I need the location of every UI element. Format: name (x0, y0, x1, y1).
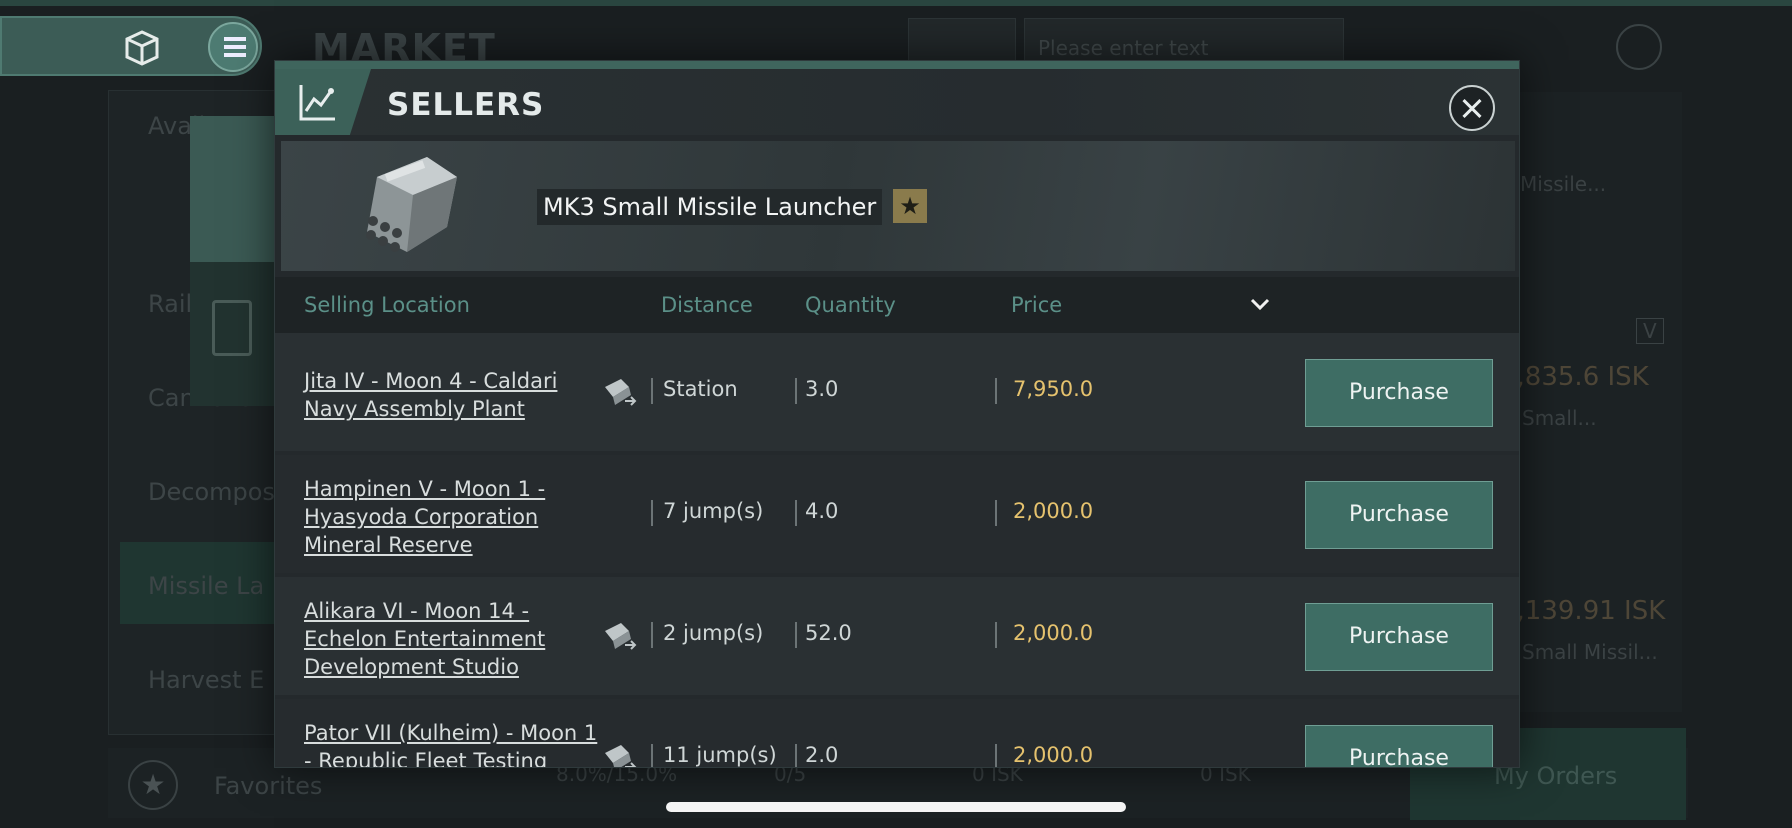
dock-icon (605, 745, 637, 767)
dock-icon (605, 623, 637, 650)
seller-location-link[interactable]: Pator VII (Kulheim) - Moon 1 - Republic … (304, 719, 604, 767)
cube-icon (125, 30, 159, 66)
item-name: MK3 Small Missile Launcher (537, 189, 883, 225)
seller-location-link[interactable]: Jita IV - Moon 4 - Caldari Navy Assembly… (304, 367, 604, 423)
price-value: 2,000.0 (1013, 743, 1094, 767)
meta-level-tag: V (1636, 318, 1664, 344)
distance-value: 2 jump(s) (663, 621, 764, 645)
main-menu-pill[interactable] (0, 16, 262, 76)
grid-item-name: Small... (1522, 406, 1597, 430)
favorites-label[interactable]: Favorites (214, 772, 322, 800)
quantity-value: 3.0 (805, 377, 839, 401)
col-price[interactable]: Price (1011, 293, 1062, 317)
col-selling-location[interactable]: Selling Location (304, 293, 470, 317)
quantity-value: 2.0 (805, 743, 839, 767)
sidebar-item[interactable]: Missile La (148, 572, 264, 600)
col-quantity[interactable]: Quantity (805, 293, 896, 317)
home-indicator[interactable] (666, 802, 1126, 812)
search-placeholder: Please enter text (1038, 36, 1209, 60)
sort-chevron-icon[interactable] (1245, 289, 1275, 319)
dialog-title: SELLERS (387, 87, 545, 123)
menu-icon[interactable] (208, 22, 258, 72)
favorite-star-icon[interactable]: ★ (893, 189, 927, 223)
close-icon[interactable] (1449, 85, 1495, 131)
grid-item-name: Small Missil... (1522, 640, 1658, 664)
distance-value: 7 jump(s) (663, 499, 764, 523)
distance-value: Station (663, 377, 738, 401)
dock-icon (605, 379, 637, 406)
grid-item-price: 9,835.6 ISK (1500, 362, 1649, 392)
distance-value: 11 jump(s) (663, 743, 777, 767)
purchase-button[interactable]: Purchase (1305, 359, 1493, 427)
quantity-value: 4.0 (805, 499, 839, 523)
price-value: 7,950.0 (1013, 377, 1094, 401)
dialog-header: SELLERS (275, 69, 1519, 135)
price-value: 2,000.0 (1013, 499, 1094, 523)
item-banner: MK3 Small Missile Launcher ★ (281, 141, 1515, 271)
chart-icon-box (275, 69, 371, 135)
purchase-button[interactable]: Purchase (1305, 725, 1493, 767)
top-accent-line (0, 0, 1792, 6)
chart-icon (299, 85, 335, 121)
clipboard-icon[interactable] (212, 300, 252, 356)
dialog-top-line (275, 61, 1519, 69)
column-header: Selling Location Distance Quantity Price (275, 277, 1519, 333)
seller-row: Alikara VI - Moon 14 - Echelon Entertain… (275, 577, 1519, 695)
grid-item-name: Missile... (1520, 172, 1607, 196)
purchase-button[interactable]: Purchase (1305, 481, 1493, 549)
seller-row: Hampinen V - Moon 1 - Hyasyoda Corporati… (275, 455, 1519, 573)
quantity-value: 52.0 (805, 621, 852, 645)
sidebar-item[interactable]: Rail (148, 290, 192, 318)
col-distance[interactable]: Distance (661, 293, 753, 317)
buy-cart-icon[interactable] (190, 116, 274, 262)
seller-row: Jita IV - Moon 4 - Caldari Navy Assembly… (275, 333, 1519, 451)
seller-row: Pator VII (Kulheim) - Moon 1 - Republic … (275, 699, 1519, 767)
sidebar-item[interactable]: Decompos (148, 478, 275, 506)
seller-location-link[interactable]: Hampinen V - Moon 1 - Hyasyoda Corporati… (304, 475, 604, 559)
seller-location-link[interactable]: Alikara VI - Moon 14 - Echelon Entertain… (304, 597, 604, 681)
price-value: 2,000.0 (1013, 621, 1094, 645)
favorites-star-icon[interactable]: ★ (128, 760, 178, 810)
missile-launcher-icon (366, 157, 457, 252)
grid-item-price: 9,139.91 ISK (1500, 596, 1666, 626)
market-close-icon[interactable] (1616, 24, 1662, 70)
sellers-dialog: SELLERS MK3 Small Missile Launcher ★ Sel… (274, 60, 1520, 768)
purchase-button[interactable]: Purchase (1305, 603, 1493, 671)
sidebar-item[interactable]: Harvest E (148, 666, 264, 694)
